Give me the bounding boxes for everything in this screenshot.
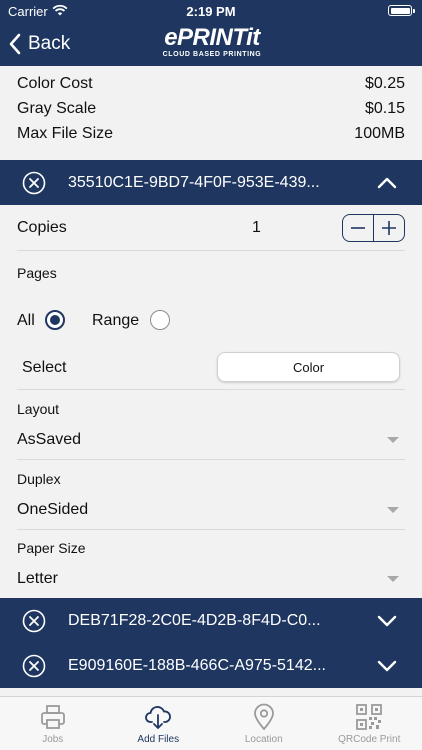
tab-label: Jobs	[42, 734, 64, 745]
pages-all-radio[interactable]	[45, 310, 65, 330]
battery-icon	[388, 5, 415, 16]
pages-range-radio[interactable]	[150, 310, 170, 330]
pricing-label: Color Cost	[17, 74, 93, 92]
tab-add-files[interactable]: Add Files	[106, 697, 212, 750]
tab-location[interactable]: Location	[211, 697, 317, 750]
back-label: Back	[28, 33, 71, 54]
paper-size-dropdown[interactable]: Letter	[17, 564, 405, 594]
pages-all-label: All	[17, 312, 35, 329]
tab-label: Location	[244, 734, 283, 745]
decrement-button[interactable]	[343, 215, 373, 241]
remove-file-icon[interactable]	[22, 609, 46, 633]
layout-value: AsSaved	[17, 431, 82, 448]
layout-label: Layout	[17, 401, 60, 417]
qr-code-icon	[356, 704, 383, 730]
pricing-value: $0.25	[364, 74, 405, 92]
tab-bar: Jobs Add Files Location QRCode Print	[0, 696, 422, 750]
chevron-down-icon[interactable]	[376, 610, 398, 632]
duplex-value: OneSided	[17, 501, 89, 518]
status-bar: Carrier 2:19 PM	[0, 0, 422, 22]
tab-label: QRCode Print	[338, 734, 401, 745]
pricing-row-color-cost: Color Cost $0.25	[17, 71, 405, 96]
color-mode-button[interactable]: Color	[217, 352, 400, 382]
remove-file-icon[interactable]	[22, 171, 46, 195]
divider	[17, 250, 405, 251]
eprintit-logo: ePRINTit CLOUD BASED PRINTING	[150, 26, 274, 62]
chevron-up-icon[interactable]	[376, 172, 398, 194]
pages-range-label: Range	[92, 312, 140, 329]
file-name: E909160E-188B-466C-A975-5142...	[68, 656, 326, 674]
paper-size-label: Paper Size	[17, 540, 86, 556]
chevron-down-icon[interactable]	[376, 655, 398, 677]
file-name: DEB71F28-2C0E-4D2B-8F4D-C0...	[68, 611, 321, 629]
copies-value: 1	[252, 219, 261, 236]
divider	[17, 459, 405, 460]
divider	[17, 389, 405, 390]
caret-down-icon	[387, 576, 399, 582]
plus-icon	[382, 221, 397, 235]
minus-icon	[350, 227, 365, 229]
file-header-collapsed[interactable]: E909160E-188B-466C-A975-5142...	[0, 643, 422, 688]
duplex-dropdown[interactable]: OneSided	[17, 495, 405, 525]
printer-icon	[40, 705, 65, 729]
tab-label: Add Files	[137, 734, 180, 745]
back-button[interactable]: Back	[8, 30, 70, 58]
layout-dropdown[interactable]: AsSaved	[17, 425, 405, 455]
location-pin-icon	[253, 703, 274, 731]
caret-down-icon	[387, 507, 399, 513]
logo-tagline: CLOUD BASED PRINTING	[162, 51, 262, 58]
divider	[17, 529, 405, 530]
pricing-row-max-file-size: Max File Size 100MB	[17, 121, 405, 146]
file-header-expanded[interactable]: 35510C1E-9BD7-4F0F-953E-439...	[0, 160, 422, 205]
copies-label: Copies	[17, 219, 67, 236]
tab-jobs[interactable]: Jobs	[0, 697, 106, 750]
cloud-download-icon	[145, 706, 172, 729]
pages-label: Pages	[17, 265, 57, 281]
file-name: 35510C1E-9BD7-4F0F-953E-439...	[68, 173, 320, 191]
duplex-label: Duplex	[17, 471, 61, 487]
nav-bar: Carrier 2:19 PM Back ePRINTit CLOUD BASE…	[0, 0, 422, 66]
clock: 2:19 PM	[186, 4, 236, 19]
pricing-label: Max File Size	[17, 124, 114, 142]
tab-qrcode-print[interactable]: QRCode Print	[317, 697, 422, 750]
chevron-left-icon	[9, 33, 21, 55]
pricing-value: 100MB	[354, 124, 405, 142]
paper-size-value: Letter	[17, 570, 58, 587]
select-label: Select	[22, 359, 67, 376]
increment-button[interactable]	[374, 215, 404, 241]
pricing-row-gray-scale: Gray Scale $0.15	[17, 96, 405, 121]
pricing-value: $0.15	[364, 99, 405, 117]
logo-wordmark: ePRINTit	[164, 24, 260, 51]
remove-file-icon[interactable]	[22, 654, 46, 678]
file-header-collapsed[interactable]: DEB71F28-2C0E-4D2B-8F4D-C0...	[0, 598, 422, 643]
copies-stepper	[342, 214, 405, 242]
caret-down-icon	[387, 437, 399, 443]
pricing-label: Gray Scale	[17, 99, 97, 117]
